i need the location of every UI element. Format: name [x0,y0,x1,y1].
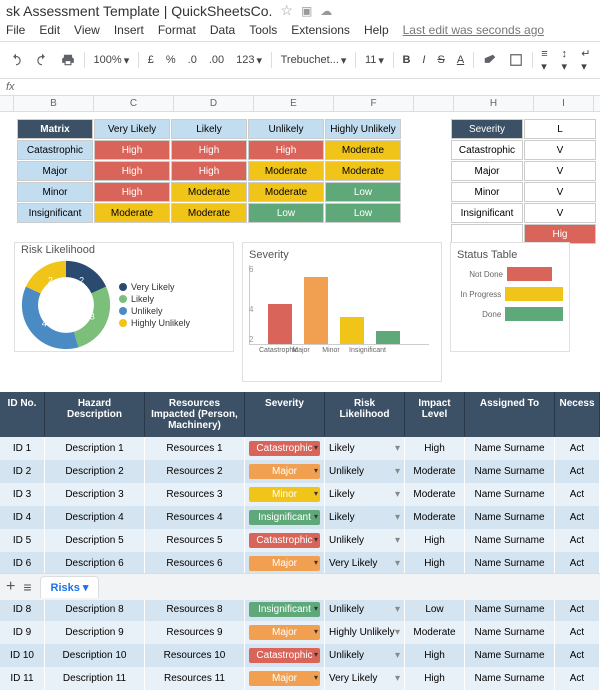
redo-icon[interactable] [32,52,52,68]
col-I[interactable]: I [534,96,594,111]
table-row[interactable]: ID 9Description 9Resources 9Major▾Highly… [0,621,600,644]
col-B[interactable]: B [14,96,94,111]
col-D[interactable]: D [174,96,254,111]
menu-help[interactable]: Help [364,23,389,37]
table-row[interactable]: ID 1Description 1Resources 1Catastrophic… [0,437,600,460]
risk-data-table: ID No.Hazard DescriptionResources Impact… [0,392,600,690]
add-sheet-button[interactable]: + [6,578,15,596]
wrap-button[interactable]: ↵ ▾ [578,46,594,74]
move-icon[interactable]: ▣ [301,4,312,18]
col-C[interactable]: C [94,96,174,111]
severity-chart: Severity 6 4 2 CatastrophicMajorMinorIns… [242,242,442,382]
table-row[interactable]: ID 2Description 2Resources 2Major▾Unlike… [0,460,600,483]
align-button[interactable]: ≡ ▾ [538,47,552,74]
menu-insert[interactable]: Insert [114,23,144,37]
svg-text:4: 4 [42,319,47,329]
col-F[interactable]: F [334,96,414,111]
menu-file[interactable]: File [6,23,25,37]
menu-format[interactable]: Format [158,23,196,37]
select-all[interactable] [0,96,14,111]
font-size-select[interactable]: 11 ▾ [362,53,387,68]
bold-button[interactable]: B [399,53,413,67]
svg-text:2: 2 [79,275,84,285]
borders-button[interactable] [506,52,526,68]
valign-button[interactable]: ↕ ▾ [559,47,573,74]
table-row[interactable]: ID 6Description 6Resources 6Major▾Very L… [0,552,600,575]
fx-label: fx [6,81,15,93]
table-row[interactable]: ID 10Description 10Resources 10Catastrop… [0,644,600,667]
table-row[interactable]: ID 5Description 5Resources 5Catastrophic… [0,529,600,552]
percent-button[interactable]: % [163,53,179,67]
undo-icon[interactable] [6,52,26,68]
col-E[interactable]: E [254,96,334,111]
col-H[interactable]: H [454,96,534,111]
strike-button[interactable]: S [434,53,447,67]
menu-view[interactable]: View [74,23,100,37]
table-row[interactable]: ID 11Description 11Resources 11Major▾Ver… [0,667,600,690]
menu-extensions[interactable]: Extensions [291,23,350,37]
print-icon[interactable] [58,52,78,68]
menu-edit[interactable]: Edit [39,23,60,37]
format-123-button[interactable]: 123▾ [233,53,265,68]
currency-button[interactable]: £ [145,53,157,67]
all-sheets-button[interactable]: ≡ [23,579,31,595]
col-G[interactable] [414,96,454,111]
status-chart: Status Table Not DoneIn ProgressDone [450,242,570,352]
table-row[interactable]: ID 8Description 8Resources 8Insignifican… [0,598,600,621]
menu-data[interactable]: Data [210,23,235,37]
risk-matrix: MatrixVery LikelyLikelyUnlikelyHighly Un… [16,118,402,224]
italic-button[interactable]: I [419,53,428,67]
zoom-select[interactable]: 100% ▾ [91,53,133,68]
star-icon[interactable]: ☆ [280,2,293,19]
menu-tools[interactable]: Tools [249,23,277,37]
doc-title[interactable]: sk Assessment Template | QuickSheetsCo. [6,3,272,19]
severity-side-table: SeverityLCatastrophicVMajorVMinorVInsign… [450,118,597,245]
cloud-icon[interactable]: ☁ [320,4,332,18]
table-row[interactable]: ID 3Description 3Resources 3Minor▾Likely… [0,483,600,506]
fill-color-button[interactable] [480,52,500,68]
text-color-button[interactable]: A [454,53,467,67]
svg-text:2: 2 [48,275,53,285]
dec-decrease-button[interactable]: .0 [185,53,200,67]
likelihood-chart: Risk Likelihood 2342 Very LikelyLikelyUn… [14,242,234,352]
table-row[interactable]: ID 4Description 4Resources 4Insignifican… [0,506,600,529]
font-select[interactable]: Trebuchet... ▾ [278,53,350,68]
dec-increase-button[interactable]: .00 [206,53,227,67]
last-edit[interactable]: Last edit was seconds ago [403,23,544,37]
tab-risks[interactable]: Risks ▾ [40,576,100,598]
svg-text:3: 3 [90,312,95,322]
